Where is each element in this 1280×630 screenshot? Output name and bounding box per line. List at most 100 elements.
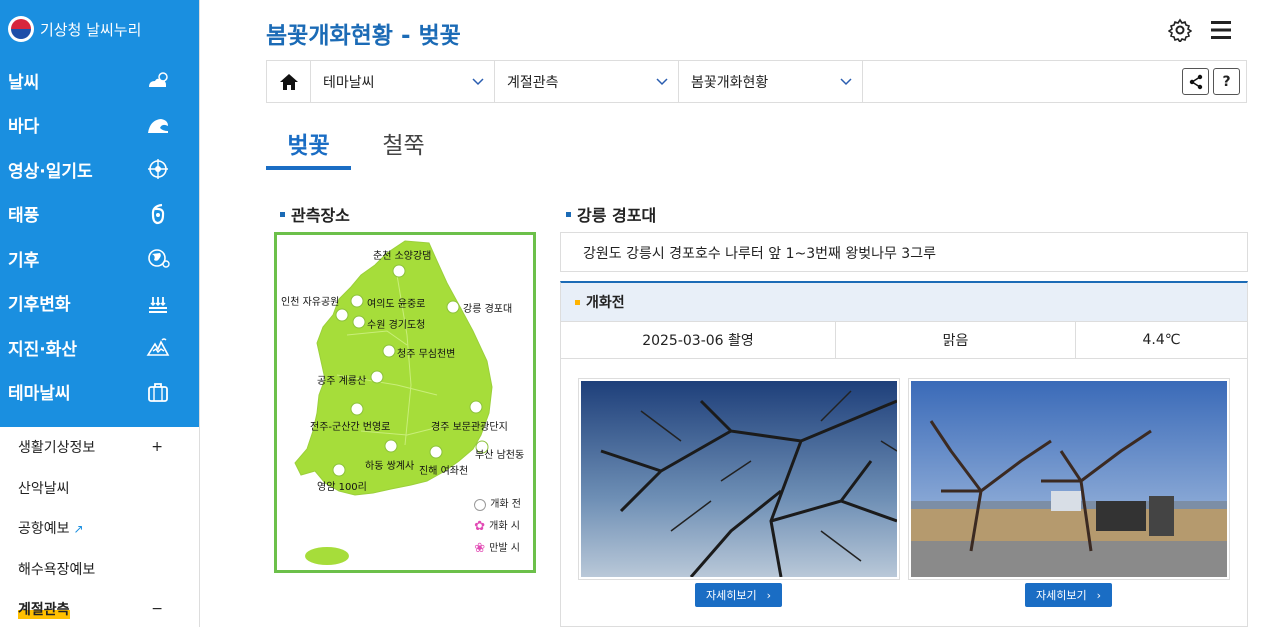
detail-button-2[interactable]: 자세히보기 ›: [1025, 583, 1112, 607]
nav-item-weather[interactable]: 날씨: [0, 58, 199, 103]
flower-outline-icon: ✿: [474, 519, 486, 534]
city-label[interactable]: 영암 100리: [317, 478, 367, 493]
legend-label: 만발 시: [489, 543, 520, 554]
earthquake-icon: [146, 338, 170, 357]
legend-bloom: ✿ 개화 시: [474, 516, 521, 538]
breadcrumb-select-level2[interactable]: 계절관측: [495, 61, 679, 102]
photo-date: 2025-03-06 촬영: [561, 322, 836, 358]
chevron-right-icon: ›: [1096, 588, 1101, 602]
detail-button-1[interactable]: 자세히보기 ›: [695, 583, 782, 607]
main-content: 봄꽃개화현황 - 벚꽃 테마날씨 계절관측 봄꽃개화현황 ? 벚꽃 철쭉 관측장…: [200, 0, 1280, 627]
breadcrumb-label: 계절관측: [507, 74, 559, 91]
chevron-down-icon: [656, 77, 668, 85]
chevron-right-icon: ›: [766, 588, 771, 602]
breadcrumb-label: 테마날씨: [323, 74, 375, 91]
sidebar-main-nav: 기상청 날씨누리 날씨 바다 영상·일기도 태풍 기후 기후변화 지진·화산 테…: [0, 0, 199, 427]
tab-azalea[interactable]: 철쭉: [361, 120, 446, 170]
nav-item-theme-weather[interactable]: 테마날씨: [0, 370, 199, 415]
city-label[interactable]: 여의도 윤중로: [367, 295, 425, 310]
help-button[interactable]: ?: [1213, 68, 1240, 95]
kma-emblem-icon: [8, 16, 34, 42]
city-label[interactable]: 춘천 소양강댐: [373, 247, 431, 262]
brand-name: 기상청 날씨누리: [40, 20, 142, 39]
tab-cherry-blossom[interactable]: 벚꽃: [266, 120, 351, 170]
sub-item-living-weather[interactable]: 생활기상정보 +: [0, 427, 199, 468]
city-label[interactable]: 공주 계룡산: [317, 372, 366, 387]
top-toolbar: [1168, 18, 1232, 42]
bloom-status: 개화전: [561, 283, 1247, 321]
location-description: 강원도 강릉시 경포호수 나루터 앞 1~3번째 왕벚나무 3그루: [560, 232, 1248, 272]
share-icon: [1189, 74, 1202, 89]
observation-info-row: 2025-03-06 촬영 맑음 4.4℃: [561, 321, 1247, 359]
nav-item-earthquake[interactable]: 지진·화산: [0, 325, 199, 370]
sub-item-label-wrap: 공항예보 ↗: [18, 518, 84, 538]
breadcrumb-actions: ?: [1182, 61, 1246, 102]
city-label[interactable]: 강릉 경포대: [463, 300, 512, 315]
globe-icon: [148, 249, 170, 268]
sub-item-mountain-weather[interactable]: 산악날씨: [0, 468, 199, 509]
detail-button-label: 자세히보기: [705, 589, 757, 602]
gear-icon[interactable]: [1168, 18, 1192, 42]
nav-label: 날씨: [8, 72, 40, 93]
sub-item-airport-forecast[interactable]: 공항예보 ↗: [0, 508, 199, 549]
city-label[interactable]: 청주 무심천변: [397, 345, 455, 360]
share-button[interactable]: [1182, 68, 1209, 95]
wave-icon: [148, 118, 168, 133]
nav-item-satellite[interactable]: 영상·일기도: [0, 147, 199, 192]
sub-item-label: 해수욕장예보: [18, 561, 96, 578]
flower-tabs: 벚꽃 철쭉: [266, 120, 456, 170]
site-logo[interactable]: 기상청 날씨누리: [0, 0, 199, 58]
breadcrumb-select-level1[interactable]: 테마날씨: [311, 61, 495, 102]
climate-change-icon: [149, 296, 167, 313]
nav-label: 기후변화: [8, 295, 71, 316]
chevron-down-icon: [472, 77, 484, 85]
nav-label: 바다: [8, 117, 40, 138]
legend-full: ❀ 만발 시: [474, 538, 521, 560]
city-label[interactable]: 부산 남천동: [475, 446, 524, 461]
breadcrumb-select-level3[interactable]: 봄꽃개화현황: [679, 61, 863, 102]
suitcase-icon: [148, 382, 168, 402]
nav-label: 영상·일기도: [8, 161, 93, 182]
expand-icon: +: [151, 439, 163, 456]
weather-value: 맑음: [836, 322, 1076, 358]
sidebar: 기상청 날씨누리 날씨 바다 영상·일기도 태풍 기후 기후변화 지진·화산 테…: [0, 0, 200, 627]
city-label[interactable]: 전주-군산간 번영로: [310, 418, 390, 433]
city-label[interactable]: 경주 보문관광단지: [431, 418, 508, 433]
status-panel: 개화전 2025-03-06 촬영 맑음 4.4℃ 자세히보기 › 자세히보기 …: [560, 281, 1248, 627]
hamburger-menu-icon[interactable]: [1210, 19, 1232, 41]
nav-item-typhoon[interactable]: 태풍: [0, 192, 199, 237]
legend-label: 개화 전: [490, 499, 521, 510]
circle-icon: [474, 499, 487, 511]
home-button[interactable]: [267, 61, 311, 102]
city-label[interactable]: 인천 자유공원: [281, 293, 339, 308]
legend-before: 개화 전: [474, 494, 521, 516]
city-label[interactable]: 수원 경기도청: [367, 316, 425, 331]
detail-button-label: 자세히보기: [1035, 589, 1087, 602]
flower-filled-icon: ❀: [474, 541, 486, 556]
sub-item-label: 산악날씨: [18, 480, 70, 497]
city-label[interactable]: 진해 여좌천: [419, 462, 468, 477]
nav-label: 태풍: [8, 206, 40, 227]
external-link-icon: ↗: [73, 522, 84, 537]
cloud-sun-icon: [149, 72, 168, 88]
observation-photo-2[interactable]: [908, 378, 1230, 580]
nav-label: 기후: [8, 250, 40, 271]
city-label[interactable]: 하동 쌍계사: [365, 457, 414, 472]
typhoon-icon: [151, 203, 165, 224]
sub-item-label: 생활기상정보: [18, 440, 96, 457]
sub-item-beach-forecast[interactable]: 해수욕장예보: [0, 549, 199, 590]
nav-item-sea[interactable]: 바다: [0, 103, 199, 148]
page-title: 봄꽃개화현황 - 벚꽃: [266, 23, 461, 49]
lake-trees-photo: [911, 381, 1227, 577]
nav-item-climate-change[interactable]: 기후변화: [0, 281, 199, 326]
home-icon: [279, 73, 298, 90]
sub-item-label: 계절관측: [18, 599, 70, 620]
observation-photo-1[interactable]: [578, 378, 900, 580]
sub-item-seasonal-observation[interactable]: 계절관측 −: [0, 589, 199, 630]
chevron-down-icon: [840, 77, 852, 85]
sidebar-sub-nav: 생활기상정보 + 산악날씨 공항예보 ↗ 해수욕장예보 계절관측 −: [0, 427, 199, 630]
nav-item-climate[interactable]: 기후: [0, 236, 199, 281]
nav-label: 테마날씨: [8, 384, 71, 405]
satellite-icon: [148, 159, 168, 180]
breadcrumb: 테마날씨 계절관측 봄꽃개화현황 ?: [266, 60, 1247, 103]
